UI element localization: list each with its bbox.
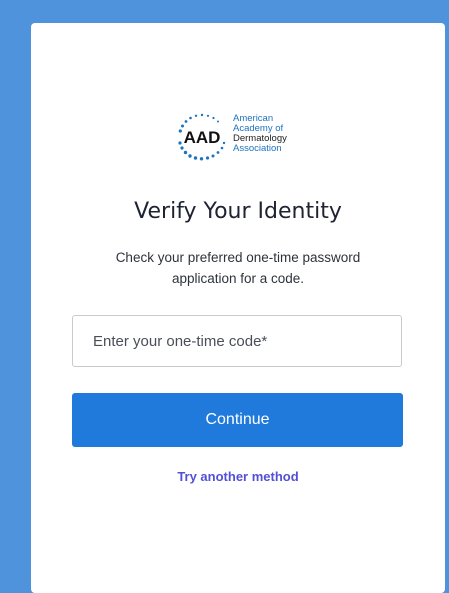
svg-text:AAD: AAD [184, 128, 221, 147]
continue-button[interactable]: Continue [72, 393, 403, 447]
aad-logo: AAD American Academy of Dermatology Asso… [172, 109, 312, 163]
otp-input[interactable] [73, 316, 401, 366]
try-another-method-link[interactable]: Try another method [31, 469, 445, 484]
logo-line-association: Association [233, 143, 282, 154]
aad-logo-mark: AAD [178, 113, 226, 161]
page-title: Verify Your Identity [134, 199, 342, 224]
otp-field [72, 315, 402, 367]
logo-wordmark: American Academy of Dermatology Associat… [233, 114, 287, 154]
instructions-text: Check your preferred one-time password a… [115, 250, 361, 286]
login-card: AAD American Academy of Dermatology Asso… [31, 23, 445, 593]
